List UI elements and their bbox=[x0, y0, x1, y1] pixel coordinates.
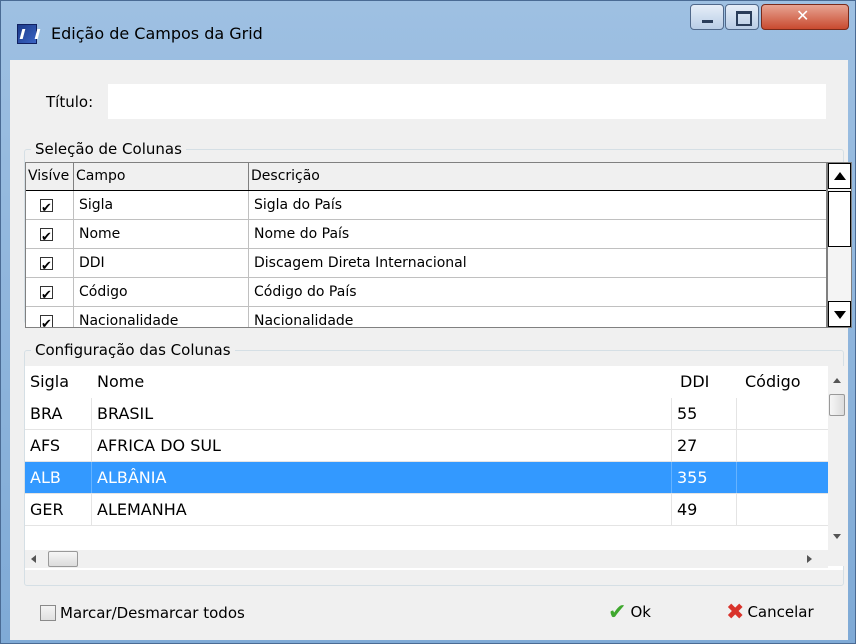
campo-cell[interactable]: Código bbox=[74, 278, 249, 306]
table-row[interactable]: NacionalidadeNacionalidade bbox=[26, 307, 826, 327]
checkbox-checked-icon[interactable] bbox=[40, 224, 53, 248]
ok-button[interactable]: ✔ Ok bbox=[608, 597, 651, 627]
selecao-colunas-grid[interactable]: Visíve Campo Descrição SiglaSigla do Paí… bbox=[25, 162, 827, 328]
selecao-vertical-scrollbar[interactable] bbox=[827, 162, 852, 328]
scroll-right-arrow-icon[interactable] bbox=[807, 555, 812, 563]
sigla-cell[interactable]: GER bbox=[25, 494, 92, 525]
header-ddi[interactable]: DDI bbox=[675, 366, 740, 398]
header-descricao[interactable]: Descrição bbox=[249, 163, 826, 190]
red-x-icon: ✖ bbox=[726, 599, 745, 625]
mark-all-label[interactable]: Marcar/Desmarcar todos bbox=[60, 604, 245, 622]
scroll-thumb[interactable] bbox=[48, 551, 78, 567]
codigo-cell[interactable] bbox=[737, 398, 828, 429]
visible-cell[interactable] bbox=[26, 307, 74, 327]
scroll-thumb[interactable] bbox=[829, 394, 845, 416]
header-codigo[interactable]: Código bbox=[740, 366, 828, 398]
ddi-cell[interactable]: 49 bbox=[672, 494, 737, 525]
cancel-button[interactable]: ✖ Cancelar bbox=[726, 597, 814, 627]
scroll-down-arrow-icon[interactable] bbox=[833, 534, 841, 539]
app-logo-icon bbox=[17, 24, 37, 44]
checkbox-checked-icon[interactable] bbox=[40, 311, 53, 327]
nome-cell[interactable]: ALBÂNIA bbox=[92, 462, 672, 493]
nome-cell[interactable]: BRASIL bbox=[92, 398, 672, 429]
header-nome[interactable]: Nome bbox=[92, 366, 672, 398]
green-checkmark-icon: ✔ bbox=[608, 599, 627, 625]
table-row[interactable]: ALB ALBÂNIA 355 bbox=[25, 462, 828, 494]
checkbox-box[interactable] bbox=[40, 605, 56, 621]
campo-cell[interactable]: Nacionalidade bbox=[74, 307, 249, 327]
campo-cell[interactable]: DDI bbox=[74, 249, 249, 277]
codigo-cell[interactable] bbox=[737, 462, 828, 493]
campo-cell[interactable]: Nome bbox=[74, 220, 249, 248]
table-row[interactable]: BRA BRASIL 55 bbox=[25, 398, 828, 430]
campo-cell[interactable]: Sigla bbox=[74, 191, 249, 219]
descricao-cell[interactable]: Nacionalidade bbox=[249, 307, 826, 327]
window-title: Edição de Campos da Grid bbox=[51, 24, 263, 43]
maximize-button[interactable] bbox=[725, 4, 759, 30]
table-row[interactable]: SiglaSigla do País bbox=[26, 191, 826, 220]
configuracao-colunas-legend: Configuração das Colunas bbox=[31, 341, 235, 359]
descricao-cell[interactable]: Discagem Direta Internacional bbox=[249, 249, 826, 277]
table-row[interactable]: CódigoCódigo do País bbox=[26, 278, 826, 307]
dialog-window: Edição de Campos da Grid Título: Seleção… bbox=[0, 0, 856, 644]
checkbox-checked-icon[interactable] bbox=[40, 282, 53, 306]
ddi-cell[interactable]: 27 bbox=[672, 430, 737, 461]
descricao-cell[interactable]: Sigla do País bbox=[249, 191, 826, 219]
dialog-body: Título: Seleção de Colunas Visíve Campo … bbox=[10, 60, 852, 640]
scroll-thumb[interactable] bbox=[828, 191, 851, 247]
ddi-cell[interactable]: 355 bbox=[672, 462, 737, 493]
codigo-cell[interactable] bbox=[737, 430, 828, 461]
descricao-cell[interactable]: Nome do País bbox=[249, 220, 826, 248]
visible-cell[interactable] bbox=[26, 220, 74, 248]
scroll-down-arrow-icon[interactable] bbox=[828, 301, 851, 327]
titulo-input[interactable] bbox=[108, 84, 826, 119]
minimize-button[interactable] bbox=[690, 4, 724, 30]
cancel-label: Cancelar bbox=[747, 603, 814, 621]
nome-cell[interactable]: AFRICA DO SUL bbox=[92, 430, 672, 461]
close-button[interactable] bbox=[761, 4, 849, 30]
mark-all-checkbox[interactable]: Marcar/Desmarcar todos bbox=[40, 603, 245, 623]
config-grid-header: Sigla Nome DDI Código bbox=[25, 366, 843, 398]
titulo-label: Título: bbox=[46, 93, 94, 111]
sigla-cell[interactable]: AFS bbox=[25, 430, 92, 461]
header-campo[interactable]: Campo bbox=[74, 163, 249, 190]
visible-cell[interactable] bbox=[26, 191, 74, 219]
descricao-cell[interactable]: Código do País bbox=[249, 278, 826, 306]
config-horizontal-scrollbar[interactable] bbox=[25, 550, 828, 568]
config-vertical-scrollbar[interactable] bbox=[828, 366, 846, 566]
sigla-cell[interactable]: BRA bbox=[25, 398, 92, 429]
visible-cell[interactable] bbox=[26, 278, 74, 306]
scroll-up-arrow-icon[interactable] bbox=[833, 378, 841, 383]
ok-label: Ok bbox=[630, 603, 651, 621]
scroll-left-arrow-icon[interactable] bbox=[31, 555, 36, 563]
table-row[interactable]: AFS AFRICA DO SUL 27 bbox=[25, 430, 828, 462]
scroll-up-arrow-icon[interactable] bbox=[828, 163, 851, 189]
configuracao-colunas-grid[interactable]: Sigla Nome DDI Código BRA BRASIL 55 AFS AFRI… bbox=[25, 366, 843, 570]
selecao-colunas-legend: Seleção de Colunas bbox=[31, 140, 186, 158]
checkbox-checked-icon[interactable] bbox=[40, 195, 53, 219]
table-row[interactable]: NomeNome do País bbox=[26, 220, 826, 249]
table-row[interactable]: GER ALEMANHA 49 bbox=[25, 494, 828, 526]
table-row[interactable]: DDIDiscagem Direta Internacional bbox=[26, 249, 826, 278]
sigla-cell[interactable]: ALB bbox=[25, 462, 92, 493]
checkbox-checked-icon[interactable] bbox=[40, 253, 53, 277]
ddi-cell[interactable]: 55 bbox=[672, 398, 737, 429]
visible-cell[interactable] bbox=[26, 249, 74, 277]
selecao-grid-header: Visíve Campo Descrição bbox=[26, 163, 826, 191]
codigo-cell[interactable] bbox=[737, 494, 828, 525]
header-sigla[interactable]: Sigla bbox=[25, 366, 92, 398]
title-bar[interactable]: Edição de Campos da Grid bbox=[1, 1, 856, 59]
nome-cell[interactable]: ALEMANHA bbox=[92, 494, 672, 525]
header-visivel[interactable]: Visíve bbox=[26, 163, 74, 190]
